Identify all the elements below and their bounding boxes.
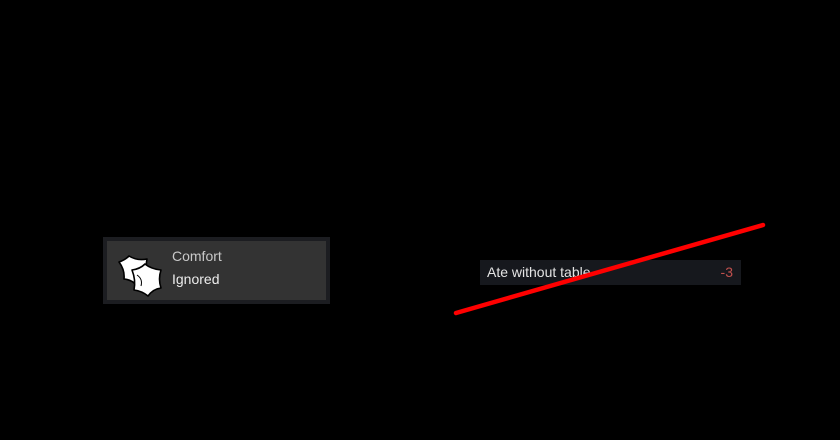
thought-mood-value: -3 bbox=[720, 264, 733, 280]
pillows-icon bbox=[113, 246, 165, 298]
thought-label: Ate without table bbox=[487, 264, 591, 280]
need-status: Ignored bbox=[172, 271, 220, 287]
screen: Comfort Ignored Ate without table -3 bbox=[0, 0, 840, 440]
thought-row[interactable]: Ate without table -3 bbox=[480, 260, 741, 285]
need-comfort-card[interactable]: Comfort Ignored bbox=[103, 237, 330, 304]
strike-through-line bbox=[453, 222, 766, 316]
need-title: Comfort bbox=[172, 248, 222, 264]
need-text: Comfort Ignored bbox=[172, 249, 222, 286]
